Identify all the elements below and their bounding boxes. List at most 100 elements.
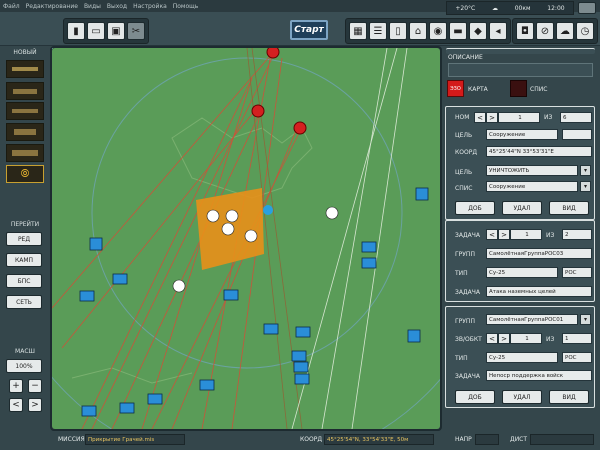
structure-marker[interactable] [221, 222, 235, 236]
target-coord-field[interactable]: 45°25'44"N 33°53'31"E [486, 146, 592, 157]
mission-map[interactable] [0, 0, 503, 450]
unit-marker[interactable] [81, 405, 97, 417]
tool-3-button[interactable]: ▯ [389, 22, 407, 40]
group-prev-button[interactable]: < [486, 333, 498, 344]
target-goal-extra-field[interactable] [562, 129, 592, 140]
task-side-field[interactable]: РОС [562, 267, 592, 278]
timer-button[interactable]: ◷ [576, 22, 594, 40]
structure-marker[interactable] [325, 206, 339, 220]
pan-left-button[interactable]: < [9, 398, 23, 412]
menu-settings[interactable]: Настройка [133, 3, 167, 10]
unit-marker[interactable] [112, 273, 128, 285]
menu-exit[interactable]: Выход [107, 3, 127, 10]
task-next-button[interactable]: > [498, 229, 510, 240]
car-button[interactable]: ◘ [516, 22, 534, 40]
target-action-dropdown[interactable]: ▾ [580, 165, 591, 176]
group-count-field[interactable]: 1 [510, 333, 542, 344]
group-type-field[interactable]: Су-25 [486, 352, 558, 363]
unit-marker[interactable] [199, 379, 215, 391]
unit-marker[interactable] [415, 187, 429, 201]
menu-file[interactable]: Файл [3, 3, 20, 10]
new-file-button[interactable]: ▮ [67, 22, 85, 40]
friendly-marker[interactable] [263, 205, 273, 215]
save-file-button[interactable]: ▣ [107, 22, 125, 40]
target-view-button[interactable]: ВИД [549, 201, 589, 215]
target-next-button[interactable]: > [486, 112, 498, 123]
structure-marker[interactable] [225, 209, 239, 223]
target-method-dropdown[interactable]: ▾ [580, 181, 591, 192]
new-helicopter-button[interactable] [6, 82, 44, 100]
cut-button[interactable]: ✂ [127, 22, 145, 40]
task-mission-field[interactable]: Атака наземных целей [486, 286, 592, 297]
unit-marker[interactable] [293, 361, 309, 373]
new-aircraft-button[interactable] [6, 60, 44, 78]
weather-button[interactable]: ☁ [556, 22, 574, 40]
menu-edit[interactable]: Редактирование [26, 3, 78, 10]
target-action-select[interactable]: УНИЧТОЖИТЬ [486, 165, 578, 176]
waypoint-marker[interactable] [293, 121, 307, 135]
menu-help[interactable]: Помощь [173, 3, 199, 10]
unit-marker[interactable] [291, 350, 307, 362]
briefing-button[interactable]: БПС [6, 274, 42, 288]
unit-marker[interactable] [119, 402, 135, 414]
waypoint-marker[interactable] [266, 45, 280, 59]
group-select[interactable]: СамолётнаяГруппаРОС01 [486, 314, 578, 325]
task-prev-button[interactable]: < [486, 229, 498, 240]
tool-2-button[interactable]: ☰ [369, 22, 387, 40]
open-file-button[interactable]: ▭ [87, 22, 105, 40]
zoom-in-button[interactable]: + [9, 379, 23, 393]
tool-6-button[interactable]: ▬ [449, 22, 467, 40]
campaign-button[interactable]: КАМП [6, 253, 42, 267]
group-side-field[interactable]: РОС [562, 352, 592, 363]
description-field[interactable] [448, 63, 593, 77]
menu-view[interactable]: Виды [84, 3, 101, 10]
unit-marker[interactable] [407, 329, 421, 343]
new-vehicle-button[interactable] [6, 123, 44, 141]
map-tab-button[interactable]: ЭЗО [447, 80, 464, 97]
new-train-button[interactable] [6, 144, 44, 162]
target-add-button[interactable]: ДОБ [455, 201, 495, 215]
tool-1-button[interactable]: ▦ [349, 22, 367, 40]
group-next-button[interactable]: > [498, 333, 510, 344]
task-num-field[interactable]: 1 [510, 229, 542, 240]
zoom-value-button[interactable]: 100% [6, 359, 42, 373]
group-task-field[interactable]: Непоср поддержка войск [486, 370, 592, 381]
structure-marker[interactable] [244, 229, 258, 243]
group-dropdown[interactable]: ▾ [580, 314, 591, 325]
new-ship-button[interactable] [6, 102, 44, 120]
target-num-field[interactable]: 1 [498, 112, 540, 123]
unit-marker[interactable] [294, 373, 310, 385]
group-add-button[interactable]: ДОБ [455, 390, 495, 404]
zoom-out-button[interactable]: − [28, 379, 42, 393]
tool-5-button[interactable]: ◉ [429, 22, 447, 40]
target-prev-button[interactable]: < [474, 112, 486, 123]
edit-button[interactable]: РЕД [6, 232, 42, 246]
target-goal-field[interactable]: Сооружение [486, 129, 558, 140]
pan-right-button[interactable]: > [28, 398, 42, 412]
task-group-field[interactable]: СамолётнаяГруппаРОС03 [486, 248, 592, 259]
target-method-select[interactable]: Сооружение [486, 181, 578, 192]
unit-marker[interactable] [361, 257, 377, 269]
start-button[interactable]: Старт [290, 20, 328, 40]
structure-marker[interactable] [172, 279, 186, 293]
unit-marker[interactable] [89, 237, 103, 251]
new-static-button[interactable]: ⦾ [6, 165, 44, 183]
tool-8-button[interactable]: ◂ [489, 22, 507, 40]
unit-marker[interactable] [295, 326, 311, 338]
target-delete-button[interactable]: УДАЛ [502, 201, 542, 215]
group-view-button[interactable]: ВИД [549, 390, 589, 404]
unit-marker[interactable] [263, 323, 279, 335]
group-delete-button[interactable]: УДАЛ [502, 390, 542, 404]
unit-marker[interactable] [147, 393, 163, 405]
unit-marker[interactable] [79, 290, 95, 302]
waypoint-marker[interactable] [251, 104, 265, 118]
unit-marker[interactable] [361, 241, 377, 253]
network-button[interactable]: СЕТЬ [6, 295, 42, 309]
list-tab-button[interactable] [510, 80, 527, 97]
structure-marker[interactable] [206, 209, 220, 223]
unit-marker[interactable] [223, 289, 239, 301]
task-type-field[interactable]: Су-25 [486, 267, 558, 278]
window-control-button[interactable] [578, 2, 596, 14]
tool-7-button[interactable]: ◆ [469, 22, 487, 40]
tool-4-button[interactable]: ⌂ [409, 22, 427, 40]
